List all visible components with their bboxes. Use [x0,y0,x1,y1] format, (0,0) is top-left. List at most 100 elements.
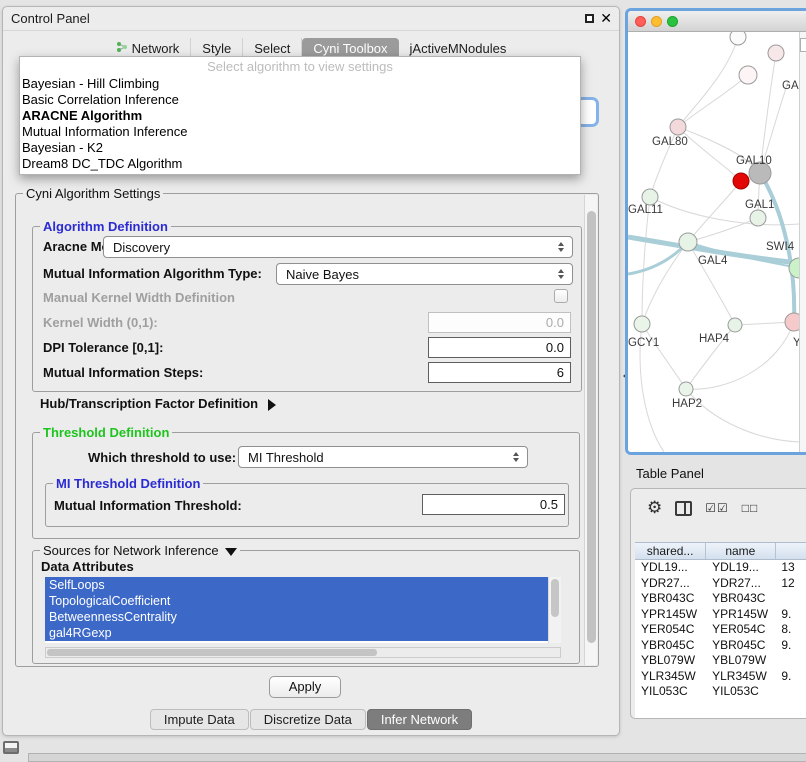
table-row[interactable]: YIL053CYIL053C [635,684,806,700]
zoom-traffic-light-icon[interactable] [667,16,678,27]
mi-steps-label: Mutual Information Steps: [43,365,203,380]
network-node-gal11[interactable] [642,189,658,205]
attributes-horizontal-scrollbar[interactable] [45,647,561,658]
dpi-tolerance-field[interactable]: 0.0 [428,337,571,358]
table-cell: YLR345W [706,669,775,685]
column-header[interactable] [776,543,806,559]
table-row[interactable]: YBL079WYBL079W [635,653,806,669]
node-label: GAL4 [698,255,728,267]
algorithm-option[interactable]: Dream8 DC_TDC Algorithm [20,156,580,172]
table-cell: YPR145W [706,607,775,623]
algorithm-option[interactable]: Mutual Information Inference [20,124,580,140]
attribute-list-item[interactable]: SelfLoops [45,577,548,593]
attribute-list-item[interactable]: TopologicalCoefficient [45,593,548,609]
table-panel-title: Table Panel [636,466,704,481]
mi-algorithm-type-label: Mutual Information Algorithm Type: [43,266,262,281]
algorithm-option[interactable]: Bayesian - Hill Climbing [20,76,580,92]
network-edge[interactable] [642,324,686,389]
table-row[interactable]: YER054CYER054C8. [635,622,806,638]
aracne-mode-select[interactable]: Discovery [103,236,573,258]
table-row[interactable]: YPR145WYPR145W9. [635,607,806,623]
network-edge[interactable] [678,37,738,127]
which-threshold-select[interactable]: MI Threshold [238,446,528,468]
node-label: HAP4 [699,333,730,345]
scrollbar-thumb[interactable] [587,211,596,643]
mi-algorithm-type-value: Naive Bayes [286,267,359,282]
attribute-list-item[interactable]: gal4RGexp [45,625,548,641]
network-node[interactable] [739,66,757,84]
network-node[interactable] [730,32,746,45]
control-panel-window: Control Panel ✕ NetworkStyleSelectCyni T… [2,6,620,736]
table-cell: YBR043C [635,591,706,607]
settings-vertical-scrollbar[interactable] [584,195,597,665]
bottom-tab-infer-network[interactable]: Infer Network [367,709,472,730]
algorithm-options-list: Bayesian - Hill ClimbingBasic Correlatio… [20,76,580,172]
network-node-gal4[interactable] [679,233,697,251]
network-node-hap2[interactable] [679,382,693,396]
table-cell: YBL079W [706,653,775,669]
network-node-hap4[interactable] [728,318,742,332]
manual-kernel-width-checkbox[interactable] [554,289,568,303]
mi-threshold-field[interactable]: 0.5 [422,494,565,515]
node-label: GAL11 [628,204,663,216]
network-node-gal1[interactable] [750,210,766,226]
algorithm-option[interactable]: Basic Correlation Inference [20,92,580,108]
attributes-vertical-scrollbar[interactable] [548,577,561,643]
table-body: YDL19...YDL19...13YDR27...YDR27...12YBR0… [635,560,806,700]
network-node[interactable] [768,45,784,61]
attribute-list-item[interactable]: BetweennessCentrality [45,609,548,625]
algorithm-option[interactable]: ARACNE Algorithm [20,108,580,124]
algorithm-placeholder: Select algorithm to view settings [20,58,580,76]
table-cell: YER054C [706,622,775,638]
scrollbar-thumb[interactable] [47,649,377,656]
network-node[interactable] [733,173,749,189]
close-traffic-light-icon[interactable] [635,16,646,27]
network-node-gal80[interactable] [670,119,686,135]
network-canvas[interactable]: GALGAL80GAL10GAL11GAL1SWI4GAL4GCY1HAP4YH… [628,32,799,452]
table-cell: 8. [775,622,806,638]
network-vertical-scrollbar[interactable] [799,32,806,452]
apply-button[interactable]: Apply [269,676,341,698]
mi-steps-field[interactable]: 6 [428,362,571,383]
network-edge[interactable] [678,75,748,127]
table-row[interactable]: YBR043CYBR043C [635,591,806,607]
data-attributes-list[interactable]: SelfLoopsTopologicalCoefficientBetweenne… [45,577,561,643]
collapse-down-icon[interactable] [225,548,237,556]
sources-legend[interactable]: Sources for Network Inference [40,543,240,558]
network-graph[interactable]: GALGAL80GAL10GAL11GAL1SWI4GAL4GCY1HAP4YH… [628,32,799,452]
algorithm-option[interactable]: Bayesian - K2 [20,140,580,156]
float-window-icon[interactable] [585,14,594,23]
column-header[interactable]: name [706,543,775,559]
bottom-tabs: Impute DataDiscretize DataInfer Network [3,709,619,730]
hub-transcription-factor-section[interactable]: Hub/Transcription Factor Definition [40,396,276,411]
mi-algorithm-type-select[interactable]: Naive Bayes [276,263,573,285]
minimized-panel-icon[interactable] [3,741,19,754]
kernel-width-field[interactable]: 0.0 [428,312,571,333]
select-all-icon[interactable]: ☑☑ [705,501,729,515]
bottom-tab-impute-data[interactable]: Impute Data [150,709,249,730]
scrollbar-thumb[interactable] [551,579,559,617]
table-row[interactable]: YBR045CYBR045C9. [635,638,806,654]
bottom-tab-discretize-data[interactable]: Discretize Data [250,709,366,730]
deselect-all-icon[interactable]: □□ [742,501,759,515]
close-icon[interactable]: ✕ [600,10,612,27]
network-node-y[interactable] [785,313,799,331]
gear-icon[interactable]: ⚙ [647,498,662,518]
network-edge[interactable] [642,242,688,324]
network-edge[interactable] [642,197,650,324]
network-node-gcy1[interactable] [634,316,650,332]
table-panel-window: ⚙ ☑☑ □□ shared...name YDL19...YDL19...13… [630,488,806,719]
scrollbar-thumb[interactable] [800,38,806,52]
columns-icon[interactable] [675,501,692,516]
network-edge[interactable] [686,389,799,442]
expand-right-icon[interactable] [268,399,276,411]
table-row[interactable]: YLR345WYLR345W9. [635,669,806,685]
table-row[interactable]: YDR27...YDR27...12 [635,576,806,592]
network-edge[interactable] [688,181,741,242]
node-label: GAL [782,80,799,92]
table-row[interactable]: YDL19...YDL19...13 [635,560,806,576]
column-header[interactable]: shared... [635,543,706,559]
minimize-traffic-light-icon[interactable] [651,16,662,27]
table-cell: YDL19... [706,560,775,576]
combo-arrows-icon [553,269,569,279]
